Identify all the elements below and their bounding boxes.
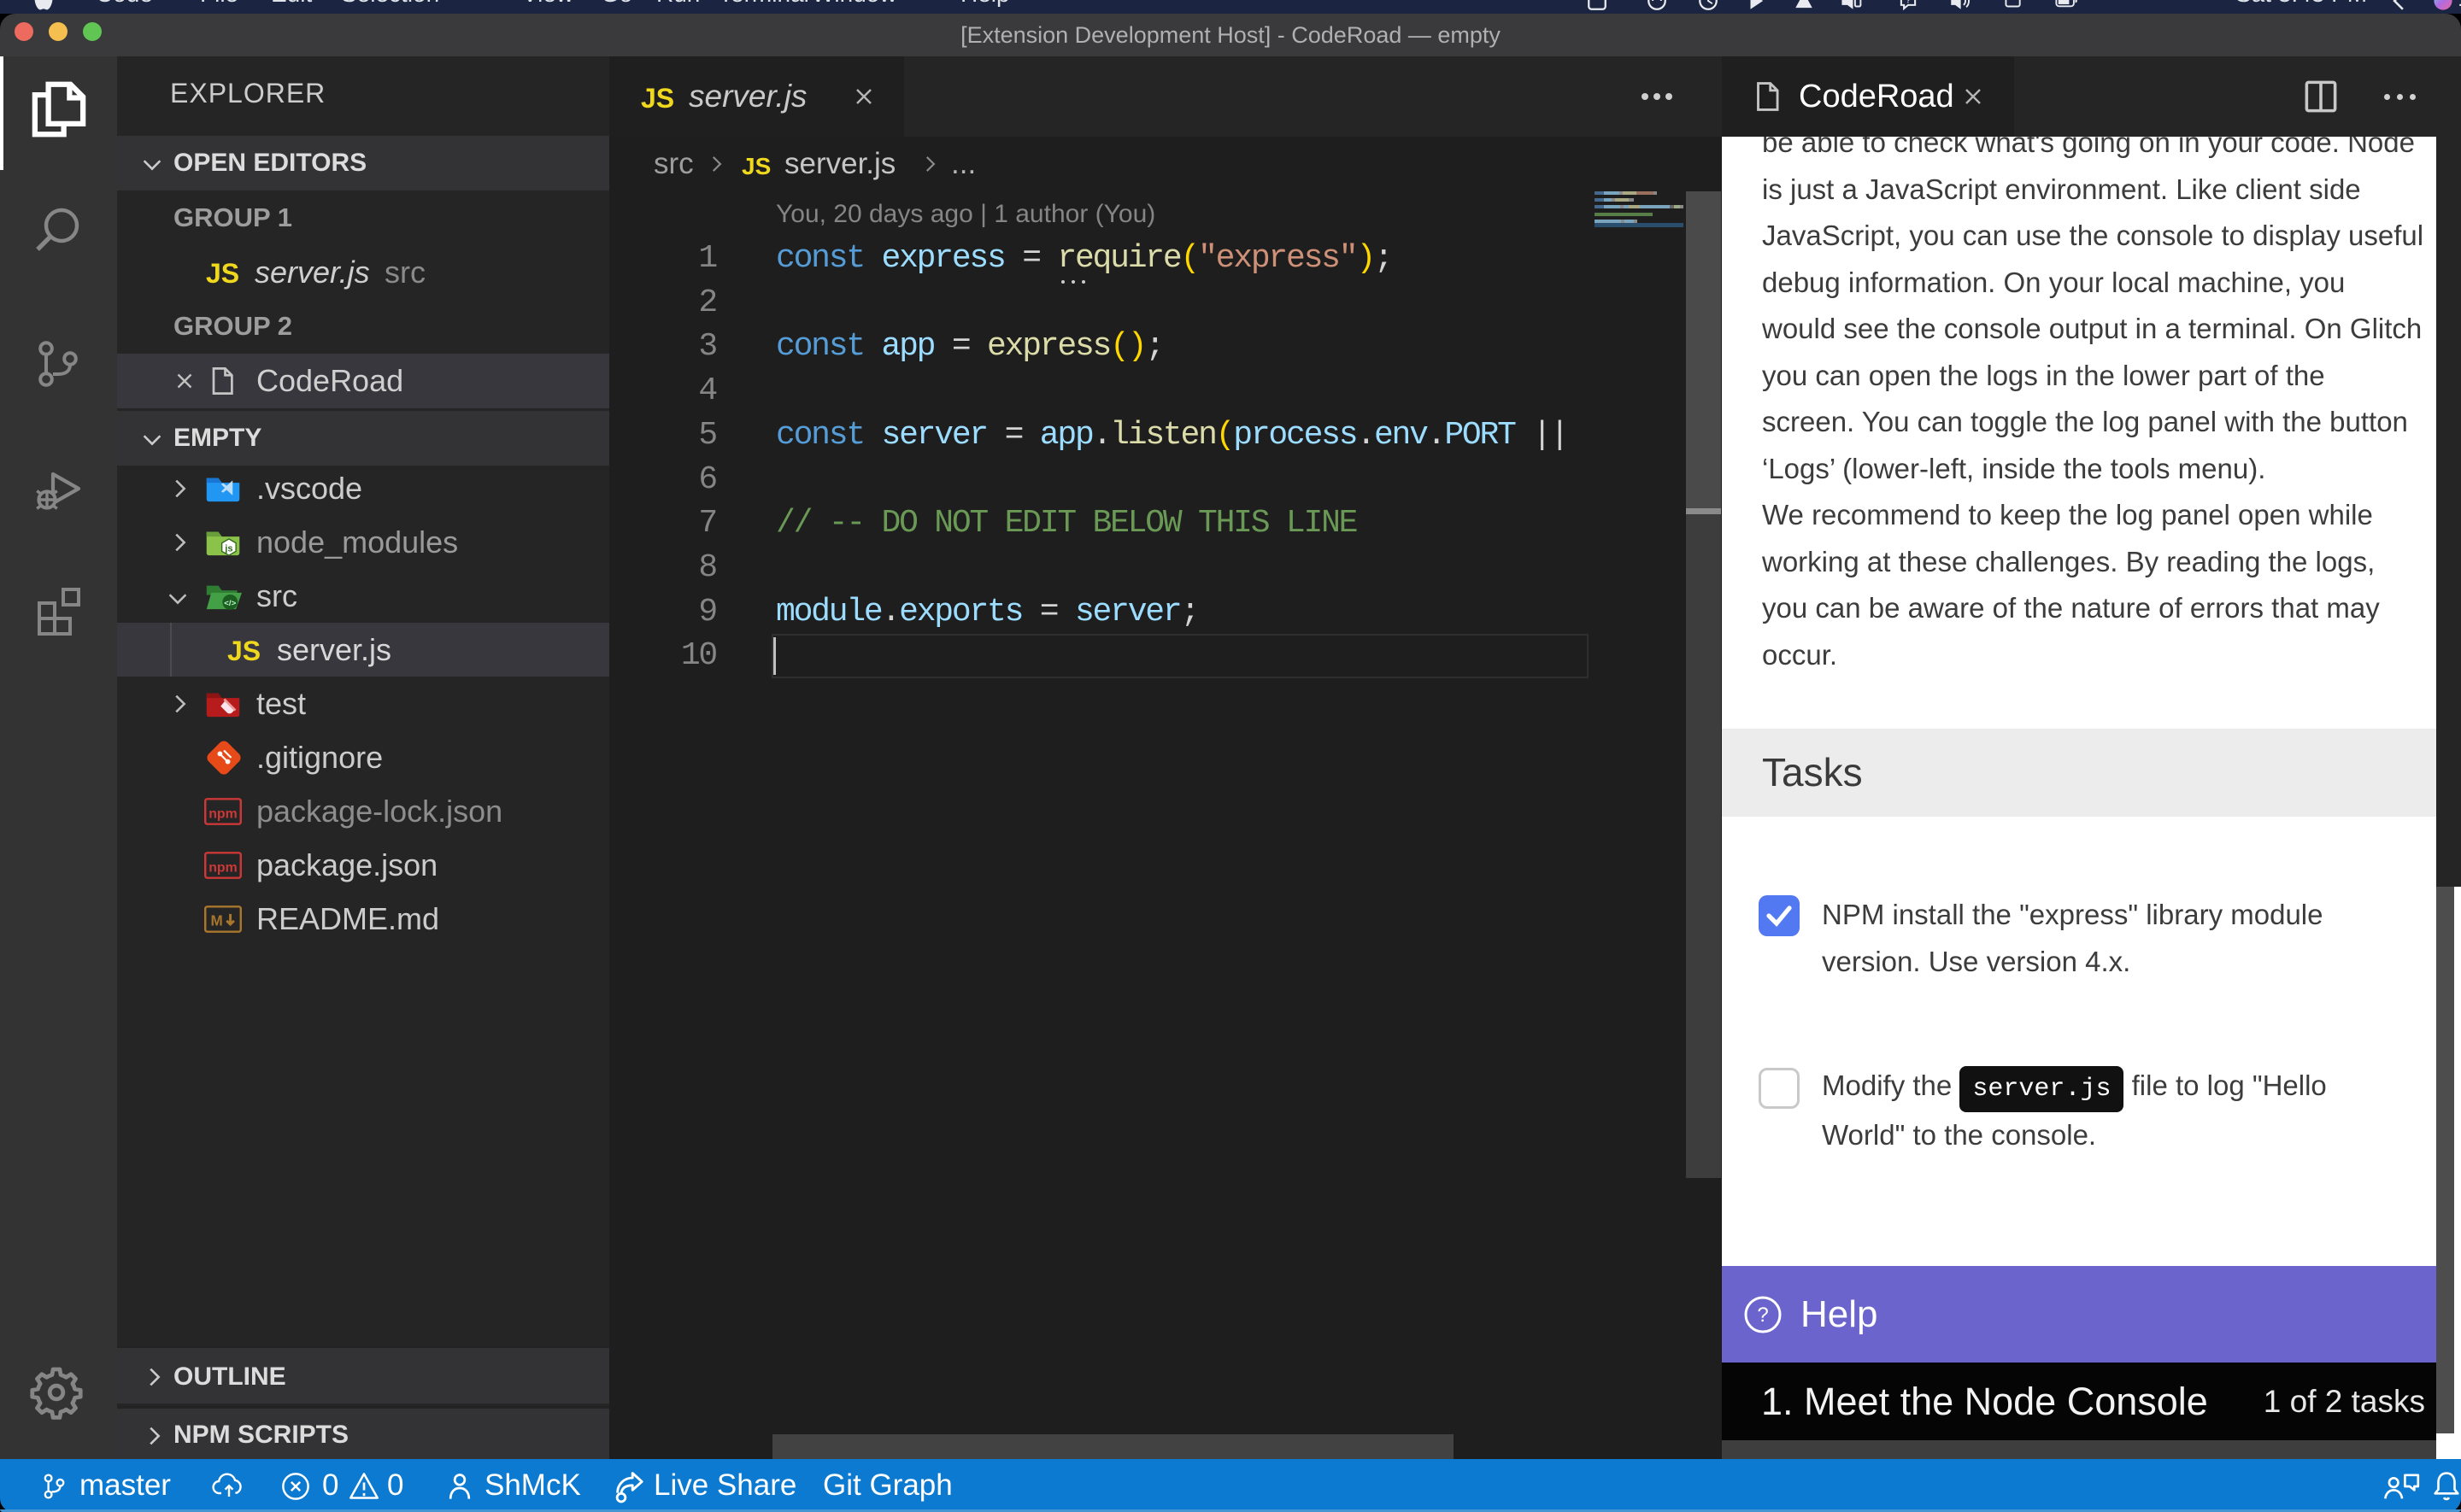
svg-text:?: ? (1757, 1304, 1768, 1327)
svg-text:</>: </> (224, 599, 236, 608)
svg-text:?: ? (1906, 0, 1911, 6)
svg-text:M: M (211, 912, 223, 929)
svg-text:js: js (224, 543, 232, 554)
svg-text:npm: npm (209, 806, 238, 821)
svg-text:npm: npm (209, 860, 238, 875)
